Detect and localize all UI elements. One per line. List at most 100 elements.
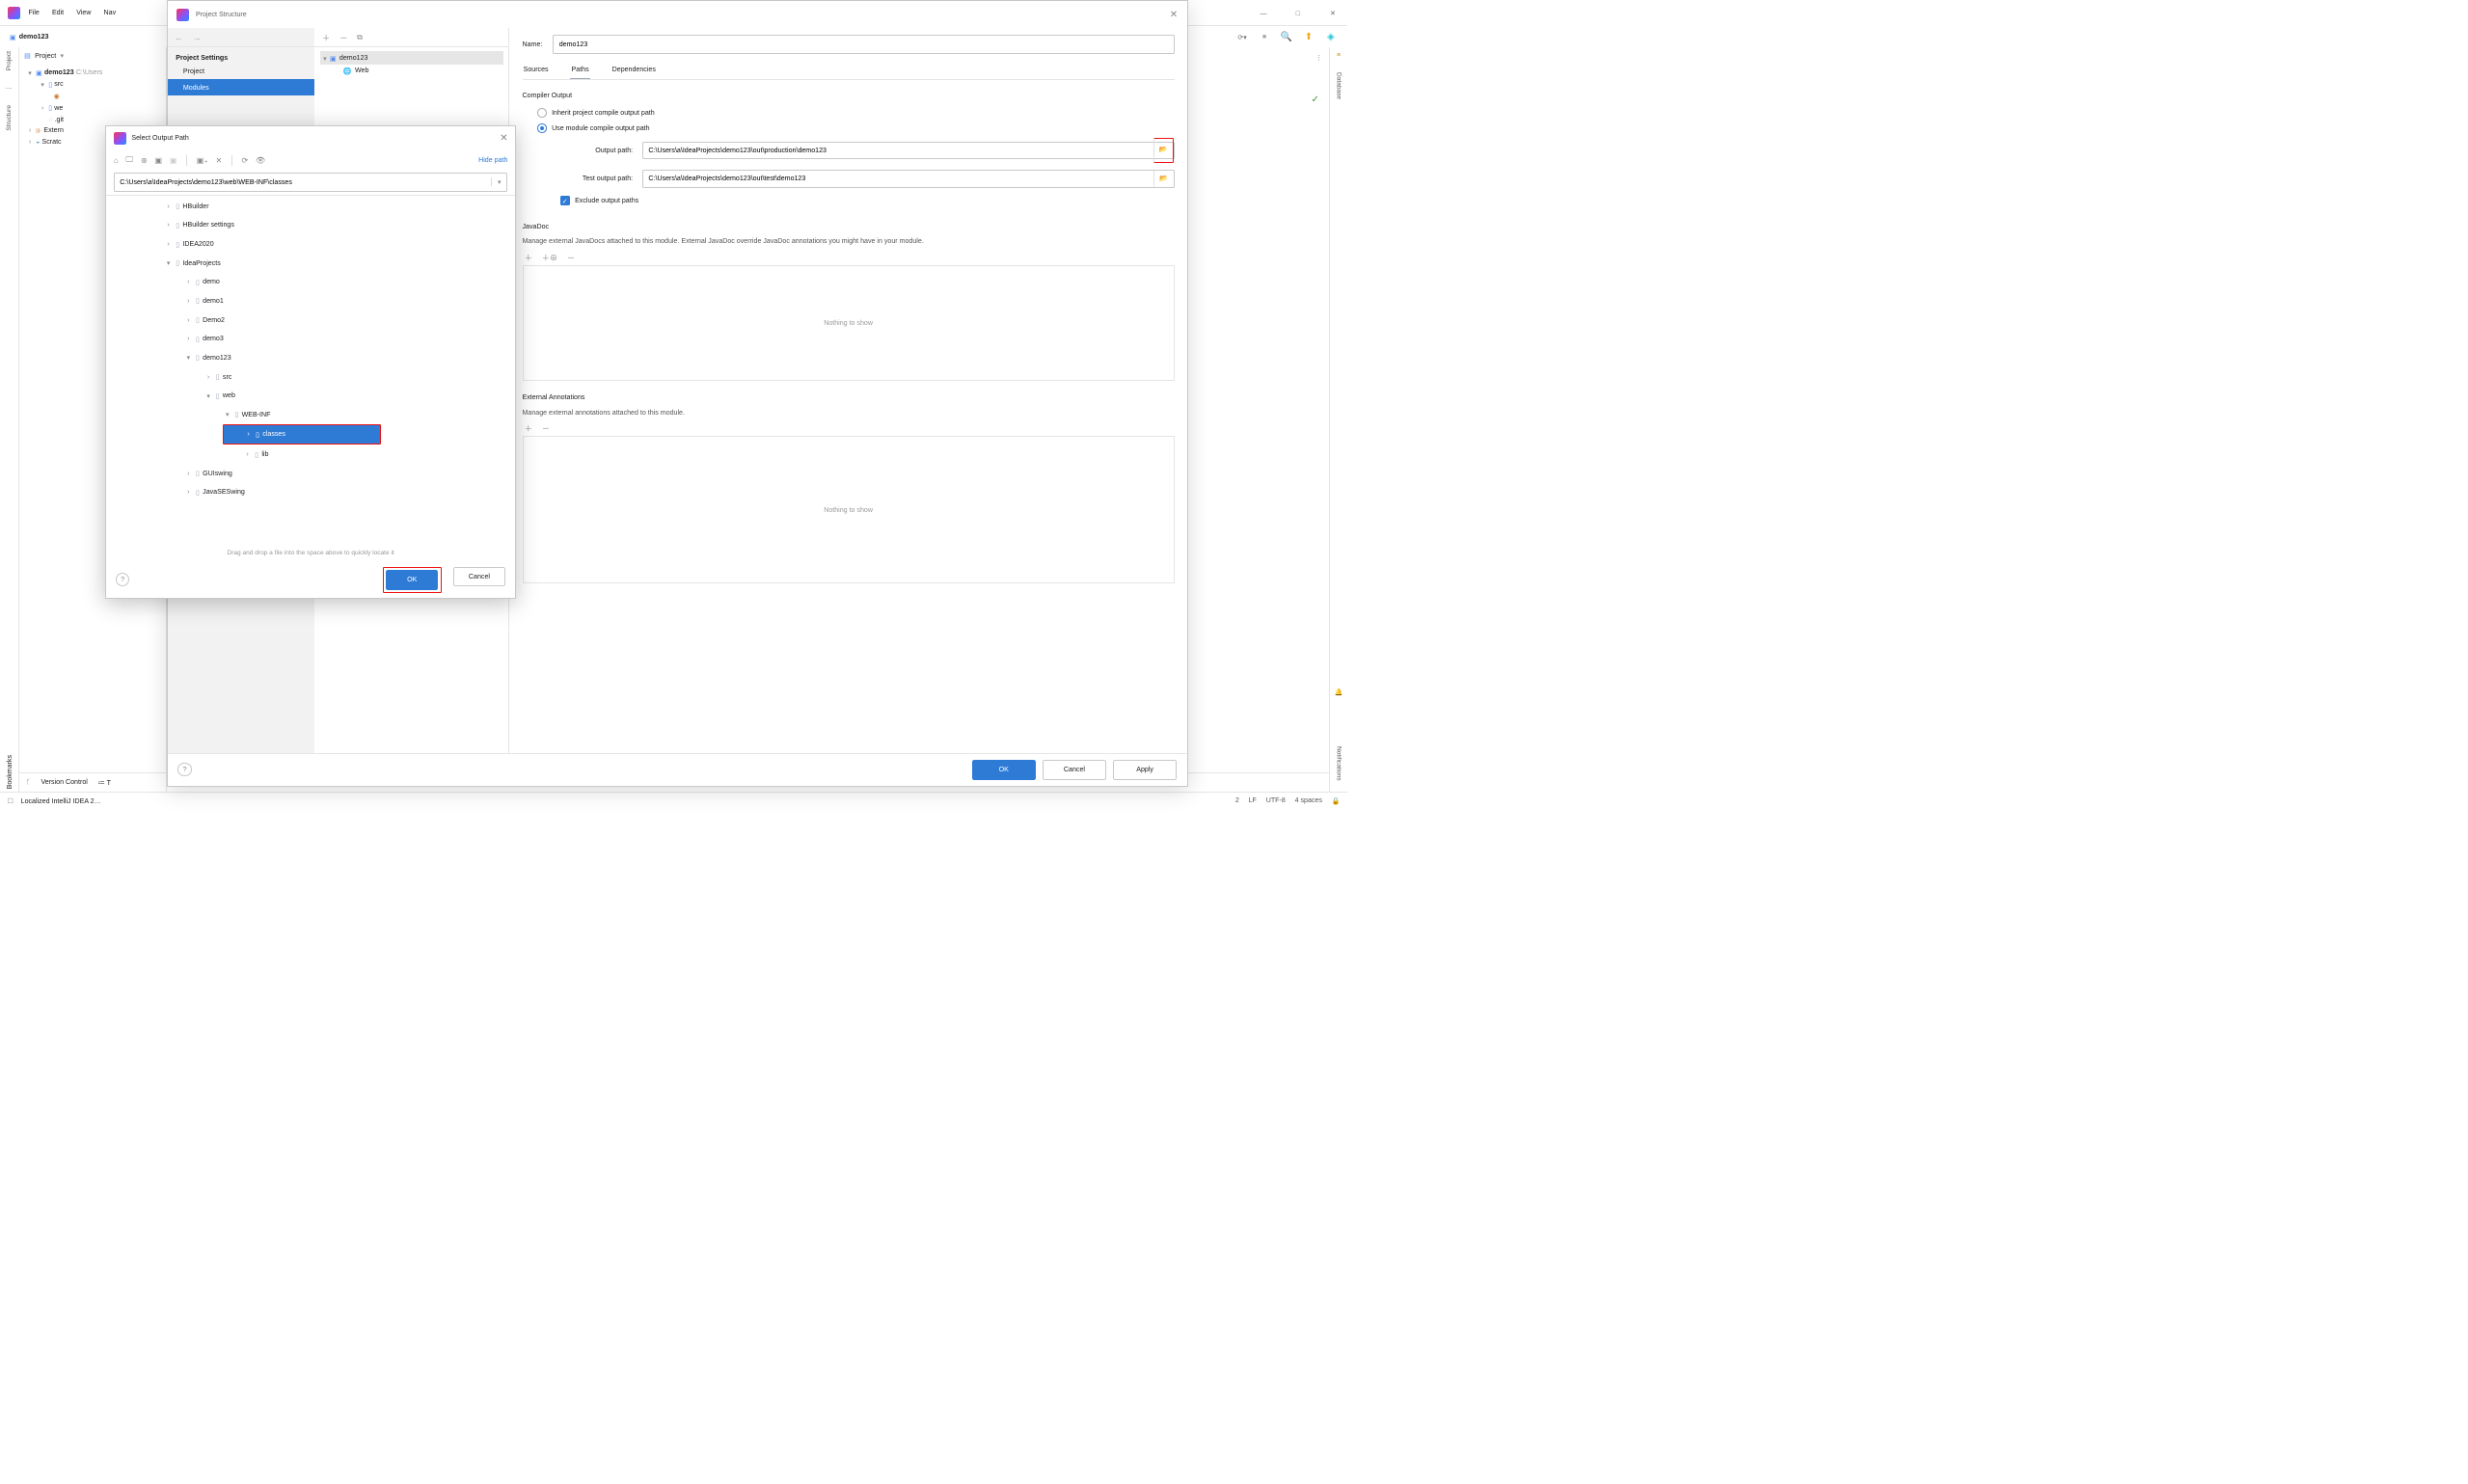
content-root-icon[interactable]: ▣ xyxy=(170,155,177,165)
javadoc-list[interactable]: Nothing to show xyxy=(523,265,1175,381)
home-icon[interactable]: ⌂ xyxy=(114,156,119,165)
project-icon[interactable]: ⊛ xyxy=(141,155,148,165)
chevron-down-icon[interactable]: ▾ xyxy=(323,54,327,63)
minimize-icon[interactable]: — xyxy=(1254,10,1273,17)
tree-item[interactable]: HBuilder settings xyxy=(182,221,234,229)
tree-item[interactable]: JavaSESwing xyxy=(203,488,245,496)
close-icon[interactable]: ✕ xyxy=(500,133,507,144)
menu-edit[interactable]: Edit xyxy=(48,6,68,20)
rail-structure[interactable]: Structure xyxy=(6,105,13,131)
modules-tree[interactable]: ▾ ▣ demo123 🌐 Web xyxy=(314,47,508,81)
tree-item[interactable]: HBuilder xyxy=(182,202,208,210)
copy-icon[interactable]: ⧉ xyxy=(357,33,363,42)
cancel-button[interactable]: Cancel xyxy=(453,567,506,587)
stop-icon[interactable]: ■ xyxy=(1258,31,1270,43)
tree-external[interactable]: Extern xyxy=(43,126,63,134)
tree-root[interactable]: demo123 xyxy=(44,68,74,76)
show-hidden-icon[interactable]: 👁 xyxy=(256,155,265,165)
tree-item[interactable]: demo1 xyxy=(203,297,224,305)
run-dropdown-icon[interactable]: ⟳▾ xyxy=(1236,31,1249,43)
status-encoding[interactable]: UTF-8 xyxy=(1266,796,1286,805)
menu-view[interactable]: View xyxy=(72,6,95,20)
rail-bookmarks[interactable]: Bookmarks xyxy=(6,755,14,789)
radio-inherit[interactable]: Inherit project compile output path xyxy=(537,108,1175,118)
tree-item[interactable]: Demo2 xyxy=(203,316,225,324)
remove-icon[interactable]: － xyxy=(339,32,347,43)
browse-test-path-icon[interactable]: 📂 xyxy=(1153,171,1174,187)
desktop-icon[interactable]: 🖵 xyxy=(125,155,133,165)
breadcrumb-project[interactable]: demo123 xyxy=(19,33,49,40)
folder-tree[interactable]: ›▯HBuilder ›▯HBuilder settings ›▯IDEA202… xyxy=(106,195,515,547)
radio-icon[interactable] xyxy=(537,108,547,118)
browse-output-path-icon[interactable]: 📂 xyxy=(1153,138,1174,163)
tree-item[interactable]: demo123 xyxy=(203,354,231,362)
tree-item[interactable]: GUIswing xyxy=(203,470,232,477)
ext-ann-list[interactable]: Nothing to show xyxy=(523,436,1175,583)
nav-modules[interactable]: Modules xyxy=(168,79,315,95)
output-path-input[interactable] xyxy=(643,143,1153,159)
chevron-right-icon[interactable]: › xyxy=(26,126,34,134)
inspection-ok-icon[interactable]: ✓ xyxy=(1312,94,1319,105)
hide-path-link[interactable]: Hide path xyxy=(478,156,507,164)
remove-icon[interactable]: － xyxy=(542,422,550,434)
tab-sources[interactable]: Sources xyxy=(523,61,550,79)
rail-database[interactable]: Database xyxy=(1335,72,1342,99)
radio-icon[interactable] xyxy=(537,123,547,133)
add-icon[interactable]: ＋ xyxy=(525,422,532,434)
cancel-button[interactable]: Cancel xyxy=(1043,760,1106,780)
tree-item[interactable]: src xyxy=(223,373,231,381)
rail-notifications[interactable]: Notifications xyxy=(1335,746,1342,781)
menu-file[interactable]: File xyxy=(24,6,43,20)
update-icon[interactable]: ⬆ xyxy=(1302,31,1315,43)
close-window-icon[interactable]: ✕ xyxy=(1323,9,1342,17)
help-icon[interactable]: ? xyxy=(177,763,191,776)
ide-services-icon[interactable]: ◈ xyxy=(1324,31,1337,43)
chevron-right-icon[interactable]: › xyxy=(39,104,46,112)
status-indent[interactable]: 4 spaces xyxy=(1295,796,1322,805)
tree-item[interactable]: WEB-INF xyxy=(242,411,271,418)
dropdown-icon[interactable]: ▾ xyxy=(491,177,506,186)
module-folder-icon[interactable]: ▣ xyxy=(154,155,162,165)
checkbox-icon[interactable]: ✓ xyxy=(560,196,570,205)
chevron-down-icon[interactable]: ▾ xyxy=(26,68,34,77)
search-icon[interactable]: 🔍 xyxy=(1280,31,1292,43)
delete-icon[interactable]: ✕ xyxy=(215,155,222,165)
add-url-icon[interactable]: ＋⊕ xyxy=(542,252,557,263)
tree-item[interactable]: demo3 xyxy=(203,335,224,342)
tab-dependencies[interactable]: Dependencies xyxy=(611,61,657,79)
add-icon[interactable]: ＋ xyxy=(322,32,330,43)
path-input[interactable] xyxy=(115,174,491,191)
bell-icon[interactable]: 🔔 xyxy=(1334,688,1342,696)
status-lock-icon[interactable]: 🔒 xyxy=(1332,796,1341,805)
test-output-path-input[interactable] xyxy=(643,171,1153,187)
status-lf[interactable]: LF xyxy=(1249,796,1257,805)
refresh-icon[interactable]: ⟳ xyxy=(242,155,249,165)
module-name-input[interactable] xyxy=(553,35,1174,54)
module-row[interactable]: ▾ ▣ demo123 xyxy=(320,51,503,64)
todo-tab-prefix[interactable]: ≔ T xyxy=(98,778,111,787)
rail-project[interactable]: Project xyxy=(6,51,13,70)
menu-nav[interactable]: Nav xyxy=(99,6,120,20)
add-icon[interactable]: ＋ xyxy=(525,252,532,263)
tree-web[interactable]: we xyxy=(54,104,63,112)
status-line[interactable]: 2 xyxy=(1235,796,1239,805)
remove-icon[interactable]: － xyxy=(567,252,575,263)
tree-item[interactable]: lib xyxy=(261,450,268,458)
tree-git[interactable]: .git xyxy=(55,116,64,123)
ok-button[interactable]: OK xyxy=(386,570,439,590)
project-pane-title[interactable]: Project xyxy=(35,52,56,60)
nav-project[interactable]: Project xyxy=(168,64,315,80)
close-icon[interactable]: ✕ xyxy=(1170,10,1178,20)
tree-item-selected[interactable]: classes xyxy=(262,430,285,438)
tree-item[interactable]: demo xyxy=(203,278,220,285)
chevron-down-icon[interactable]: ▾ xyxy=(61,51,65,60)
tree-item[interactable]: web xyxy=(223,391,235,399)
chevron-down-icon[interactable]: ▾ xyxy=(39,80,46,89)
chevron-right-icon[interactable]: › xyxy=(26,138,34,146)
forward-icon[interactable]: → xyxy=(193,33,202,42)
new-folder-icon[interactable]: ▣₊ xyxy=(197,155,208,165)
tree-item[interactable]: IDEA2020 xyxy=(182,240,213,248)
radio-use-module[interactable]: Use module compile output path xyxy=(537,123,1175,133)
facet-row[interactable]: 🌐 Web xyxy=(320,65,503,77)
exclude-row[interactable]: ✓ Exclude output paths xyxy=(560,196,1175,205)
